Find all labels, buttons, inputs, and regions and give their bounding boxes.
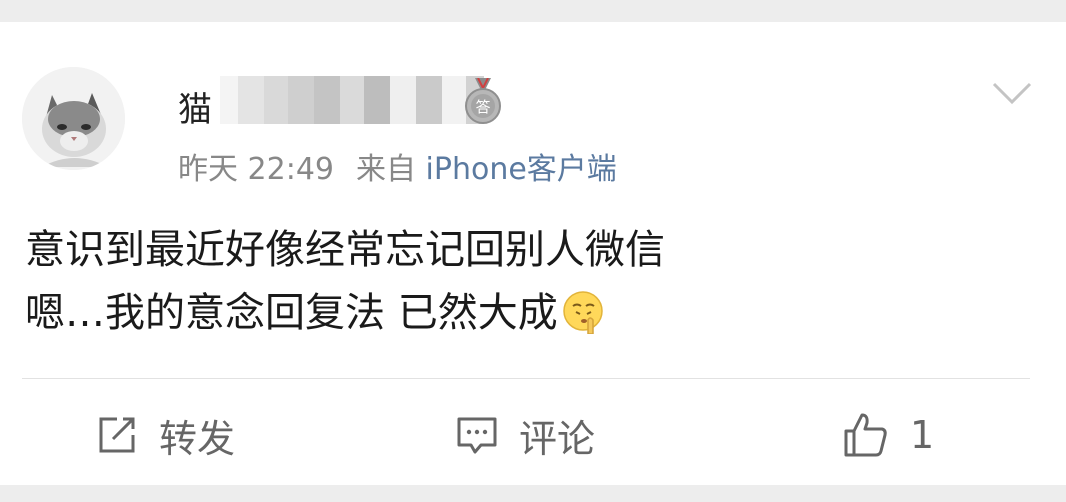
comment-button[interactable]: 评论 — [455, 407, 595, 463]
like-button[interactable]: 1 — [842, 407, 934, 463]
repost-label: 转发 — [159, 416, 236, 461]
username-text: 猫 — [178, 90, 214, 130]
chevron-down-icon[interactable] — [990, 80, 1034, 108]
post-timestamp: 昨天 22:49 — [178, 152, 334, 187]
comment-icon — [457, 417, 497, 454]
thumbs-up-icon — [844, 413, 887, 457]
content-line-1: 意识到最近好像经常忘记回别人微信 — [25, 227, 665, 273]
username-redaction-mosaic — [220, 76, 640, 124]
content-line-2-text: 嗯…我的意念回复法 已然大成 — [25, 290, 558, 336]
source-link[interactable]: iPhone客户端 — [426, 152, 617, 187]
repost-button[interactable]: 转发 — [95, 407, 235, 463]
action-bar-divider — [22, 378, 1030, 379]
cat-avatar-image — [22, 67, 125, 170]
content-line-2: 嗯…我的意念回复法 已然大成 — [25, 282, 665, 345]
username[interactable]: 猫 答 — [178, 74, 518, 130]
repost-icon — [99, 417, 135, 453]
like-count: 1 — [910, 413, 935, 457]
answer-medal-icon: 答 — [465, 78, 501, 124]
svg-text:答: 答 — [475, 98, 490, 116]
avatar[interactable] — [22, 67, 125, 170]
weibo-post-card: 猫 答 昨天 22:49 来自 iPhone客户端 意识到最近好像经常忘记回别人… — [0, 22, 1066, 485]
comment-label: 评论 — [519, 416, 596, 461]
post-meta: 昨天 22:49 来自 iPhone客户端 — [178, 144, 617, 188]
source-prefix: 来自 — [356, 152, 416, 187]
post-content: 意识到最近好像经常忘记回别人微信 嗯…我的意念回复法 已然大成 — [25, 219, 665, 345]
shush-emoji-icon — [562, 291, 603, 334]
